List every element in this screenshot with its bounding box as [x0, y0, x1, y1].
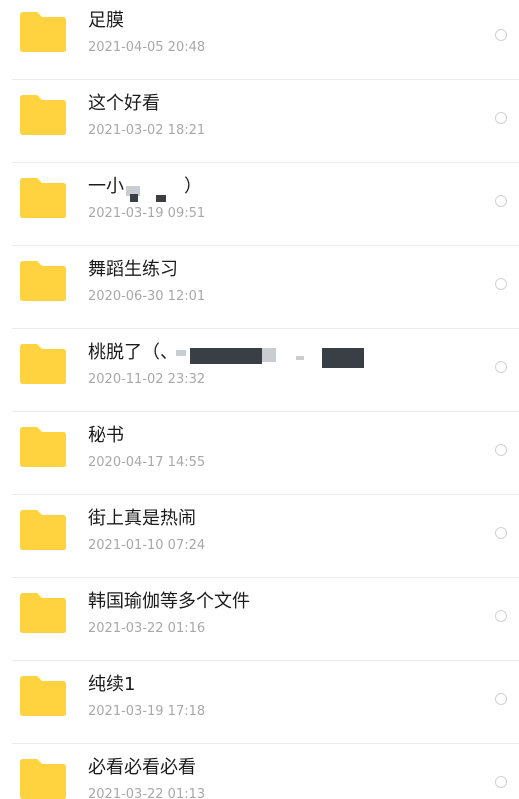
folder-icon [18, 11, 68, 53]
divider [12, 162, 519, 163]
list-item[interactable]: 一小 ） 2021-03-19 09:51 [0, 164, 519, 246]
folder-icon [18, 675, 68, 717]
folder-date: 2021-03-19 09:51 [88, 206, 206, 221]
list-item[interactable]: 纯续1 2021-03-19 17:18 [0, 662, 519, 744]
redaction-block [176, 350, 186, 356]
folder-name-suffix: ） [184, 176, 202, 197]
folder-date: 2021-03-19 17:18 [88, 704, 206, 719]
redaction-block [190, 348, 262, 364]
folder-date: 2020-11-02 23:32 [88, 372, 206, 387]
select-radio[interactable] [495, 112, 507, 124]
redaction-block [262, 348, 276, 362]
redaction-block [156, 195, 166, 202]
list-item[interactable]: 必看必看必看 2021-03-22 01:13 [0, 745, 519, 799]
divider [12, 328, 519, 329]
folder-date: 2020-04-17 14:55 [88, 455, 206, 470]
list-item[interactable]: 街上真是热闹 2021-01-10 07:24 [0, 496, 519, 578]
folder-name: 足膜 [88, 10, 124, 31]
list-item[interactable]: 足膜 2021-04-05 20:48 [0, 0, 519, 80]
file-list: 足膜 2021-04-05 20:48 这个好看 2021-03-02 18:2… [0, 0, 519, 799]
folder-icon [18, 509, 68, 551]
divider [12, 743, 519, 744]
redaction-block [130, 194, 138, 202]
folder-icon [18, 758, 68, 799]
folder-name: 必看必看必看 [88, 757, 196, 778]
select-radio[interactable] [495, 444, 507, 456]
redaction-block [322, 348, 364, 368]
folder-date: 2021-01-10 07:24 [88, 538, 206, 553]
select-radio[interactable] [495, 527, 507, 539]
list-item[interactable]: 舞蹈生练习 2020-06-30 12:01 [0, 247, 519, 329]
folder-icon [18, 94, 68, 136]
folder-date: 2021-03-22 01:13 [88, 787, 206, 799]
folder-date: 2020-06-30 12:01 [88, 289, 206, 304]
divider [12, 494, 519, 495]
folder-name: 舞蹈生练习 [88, 259, 178, 280]
folder-name: 韩国瑜伽等多个文件 [88, 591, 250, 612]
select-radio[interactable] [495, 693, 507, 705]
select-radio[interactable] [495, 361, 507, 373]
folder-name: 桃脱了（、 [88, 342, 178, 363]
folder-icon [18, 260, 68, 302]
list-item[interactable]: 韩国瑜伽等多个文件 2021-03-22 01:16 [0, 579, 519, 661]
select-radio[interactable] [495, 610, 507, 622]
folder-icon [18, 343, 68, 385]
divider [12, 660, 519, 661]
folder-icon [18, 177, 68, 219]
divider [12, 577, 519, 578]
select-radio[interactable] [495, 776, 507, 788]
folder-date: 2021-04-05 20:48 [88, 40, 206, 55]
folder-name: 街上真是热闹 [88, 508, 196, 529]
select-radio[interactable] [495, 29, 507, 41]
divider [12, 245, 519, 246]
folder-icon [18, 592, 68, 634]
list-item[interactable]: 秘书 2020-04-17 14:55 [0, 413, 519, 495]
folder-name: 这个好看 [88, 93, 160, 114]
folder-name: 秘书 [88, 425, 124, 446]
divider [12, 411, 519, 412]
folder-date: 2021-03-22 01:16 [88, 621, 206, 636]
folder-name: 一小 [88, 176, 124, 197]
divider [12, 79, 519, 80]
select-radio[interactable] [495, 278, 507, 290]
redaction-block [296, 356, 304, 360]
folder-date: 2021-03-02 18:21 [88, 123, 206, 138]
folder-icon [18, 426, 68, 468]
select-radio[interactable] [495, 195, 507, 207]
folder-name: 纯续1 [88, 674, 136, 695]
list-item[interactable]: 这个好看 2021-03-02 18:21 [0, 81, 519, 163]
list-item[interactable]: 桃脱了（、 2020-11-02 23:32 [0, 330, 519, 412]
